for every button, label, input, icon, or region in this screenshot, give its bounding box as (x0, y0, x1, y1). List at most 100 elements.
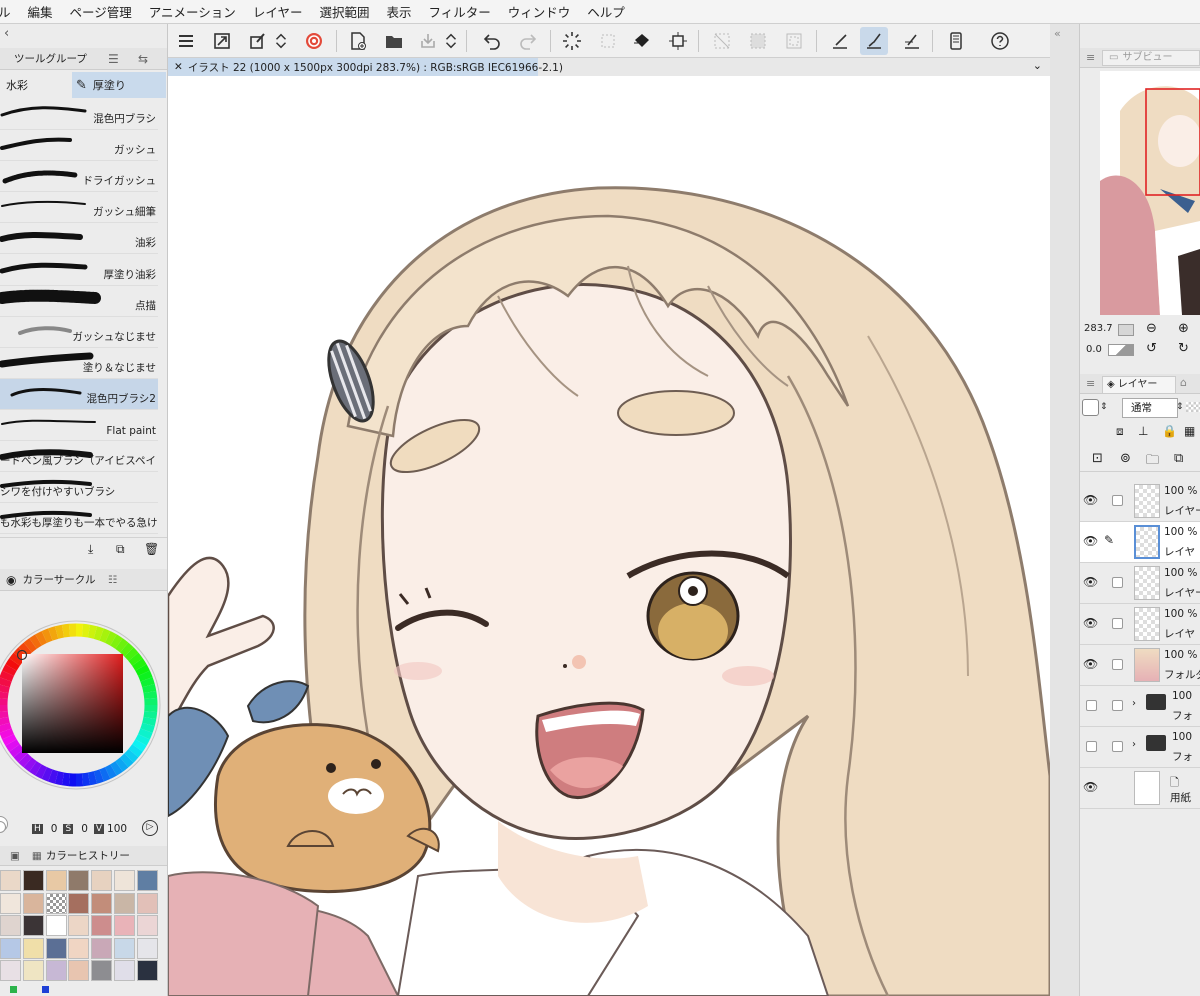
lock-checkbox[interactable] (1112, 741, 1123, 752)
color-history-swatch[interactable] (114, 870, 135, 891)
brush-ruler-icon[interactable] (860, 27, 888, 55)
color-history-swatch[interactable] (22, 892, 44, 914)
layer-row[interactable]: 👁 ✎ 100 % レイヤ (1080, 522, 1200, 563)
color-history-swatch[interactable] (91, 915, 113, 937)
navigator-menu-icon[interactable]: ≡ (1086, 51, 1095, 64)
menu-help[interactable]: ヘルプ (587, 2, 625, 21)
eraser-ruler-icon[interactable] (898, 27, 926, 55)
save-icon[interactable] (414, 27, 442, 55)
approx-color-tab-icon[interactable]: ▣ (10, 850, 20, 862)
zoom-in-icon[interactable]: ⊕ (1178, 321, 1189, 336)
brush-item[interactable]: ガッシュ細筆 (0, 192, 158, 224)
layer-row[interactable]: 👁100 %レイヤー (1080, 563, 1200, 604)
subview-tab[interactable]: ▭ サブビュー (1102, 50, 1200, 66)
layer-row[interactable]: 👁100 %フォルダ (1080, 645, 1200, 686)
brush-item[interactable]: 混色円ブラシ (0, 99, 158, 130)
menu-edit[interactable]: 編集 (28, 2, 53, 21)
brush-item[interactable]: Flat paint (0, 410, 158, 441)
brush-item[interactable]: ガッシュ (0, 130, 158, 162)
color-history-swatch[interactable] (22, 915, 44, 937)
selection-layer-icon[interactable] (594, 27, 622, 55)
color-history-swatch[interactable] (68, 915, 90, 937)
redo-icon[interactable] (514, 27, 542, 55)
layer-row[interactable]: › 100 フォ (1080, 686, 1200, 727)
save-options-arrow-icon[interactable] (442, 27, 460, 55)
fill-bucket-icon[interactable] (628, 27, 656, 55)
zoom-slider[interactable] (1118, 324, 1134, 336)
illustration-canvas[interactable] (168, 76, 1050, 996)
copy-layer-icon[interactable]: ⧉ (1174, 451, 1183, 466)
color-history-swatch[interactable] (22, 960, 44, 982)
open-folder-icon[interactable] (380, 27, 408, 55)
blend-mode-arrow-icon[interactable]: ⇕ (1176, 402, 1184, 412)
menu-tool[interactable]: ル (0, 2, 11, 21)
close-tab-icon[interactable]: ✕ (174, 61, 183, 73)
transform-icon[interactable] (664, 27, 692, 55)
folder-expand-chevron-icon[interactable]: › (1132, 698, 1136, 709)
rotate-right-icon[interactable]: ↻ (1178, 341, 1189, 356)
menu-selection[interactable]: 選択範囲 (319, 2, 369, 21)
visibility-checkbox[interactable] (1086, 700, 1097, 711)
color-history-swatch[interactable] (136, 960, 158, 982)
layer-row[interactable]: › 100 フォ (1080, 727, 1200, 768)
collapse-arrow-icon[interactable]: ‹ (4, 26, 9, 41)
expand-arrow-icon[interactable]: « (1054, 27, 1061, 40)
color-history-swatch[interactable] (68, 960, 90, 982)
layer-tab[interactable]: ◈ レイヤー (1102, 376, 1176, 394)
brush-item[interactable]: 厚塗り油彩 (0, 255, 158, 286)
color-history-swatch[interactable] (136, 915, 158, 937)
rotate-left-icon[interactable]: ↺ (1146, 341, 1157, 356)
color-history-swatch[interactable] (136, 870, 158, 891)
lock-checkbox[interactable] (1112, 618, 1123, 629)
tool-property-icon[interactable]: ⇆ (138, 52, 148, 66)
pen-settings-icon[interactable] (244, 27, 272, 55)
lock-transparency-icon[interactable]: ▦ (1184, 424, 1195, 438)
color-history-swatch[interactable] (91, 870, 113, 891)
subtab-thick-paint[interactable]: ✎ 厚塗り (72, 72, 166, 98)
menu-window[interactable]: ウィンドウ (508, 2, 571, 21)
color-history-swatch[interactable] (22, 937, 44, 959)
brush-item[interactable]: 油彩 (0, 223, 158, 255)
color-wheel[interactable] (0, 592, 168, 824)
menu-animation[interactable]: アニメーション (149, 2, 236, 21)
loading-spinner-icon[interactable] (558, 27, 586, 55)
blend-mode-select[interactable]: 通常 (1122, 398, 1178, 418)
lock-checkbox[interactable] (1112, 659, 1123, 670)
brush-item[interactable]: 塗り＆なじませ (0, 348, 158, 379)
color-history-swatch[interactable] (114, 960, 135, 982)
layer-menu-icon[interactable]: ≡ (1086, 377, 1095, 390)
color-history-swatch[interactable] (136, 892, 158, 914)
undo-icon[interactable] (478, 27, 506, 55)
color-history-swatch[interactable] (91, 892, 113, 914)
navigator-preview[interactable] (1100, 71, 1200, 315)
color-history-swatch[interactable] (68, 937, 90, 959)
eye-icon[interactable]: 👁 (1083, 534, 1098, 548)
clip-layer-icon[interactable]: ⧈ (1116, 424, 1124, 439)
clear-selection-icon[interactable] (708, 27, 736, 55)
color-history-swatch[interactable] (45, 892, 67, 914)
color-history-swatch[interactable] (0, 937, 21, 959)
color-history-swatch[interactable] (45, 870, 67, 891)
color-history-swatch[interactable] (114, 937, 135, 959)
selection-frame-icon[interactable] (780, 27, 808, 55)
menu-page[interactable]: ページ管理 (70, 2, 132, 21)
rotate-value[interactable]: 0.0 (1086, 344, 1102, 355)
color-slider-tab-icon[interactable]: ☷ (108, 574, 117, 586)
color-history-swatch[interactable] (68, 892, 90, 914)
lock-icon[interactable]: 🔒 (1162, 424, 1177, 438)
new-folder-icon[interactable]: 🗀 (1146, 451, 1159, 473)
menu-view[interactable]: 表示 (386, 2, 411, 21)
eye-icon[interactable]: 👁 (1083, 575, 1098, 589)
help-icon[interactable] (986, 27, 1014, 55)
reference-layer-icon[interactable]: ⊥ (1138, 424, 1148, 438)
eye-icon[interactable]: 👁 (1083, 616, 1098, 630)
new-vector-layer-icon[interactable]: ⊚ (1120, 451, 1131, 466)
tab-dropdown-chevron-icon[interactable]: ⌄ (1033, 59, 1042, 72)
brush-item[interactable]: ードペン風ブラシ（アイビスペイ (0, 441, 158, 473)
opacity-preview[interactable] (1186, 402, 1200, 412)
lock-checkbox[interactable] (1112, 700, 1123, 711)
folder-expand-chevron-icon[interactable]: › (1132, 739, 1136, 750)
layer-color-swatch[interactable] (1082, 399, 1099, 416)
hamburger-menu-icon[interactable] (172, 27, 200, 55)
brush-item[interactable]: 点描 (0, 286, 158, 317)
